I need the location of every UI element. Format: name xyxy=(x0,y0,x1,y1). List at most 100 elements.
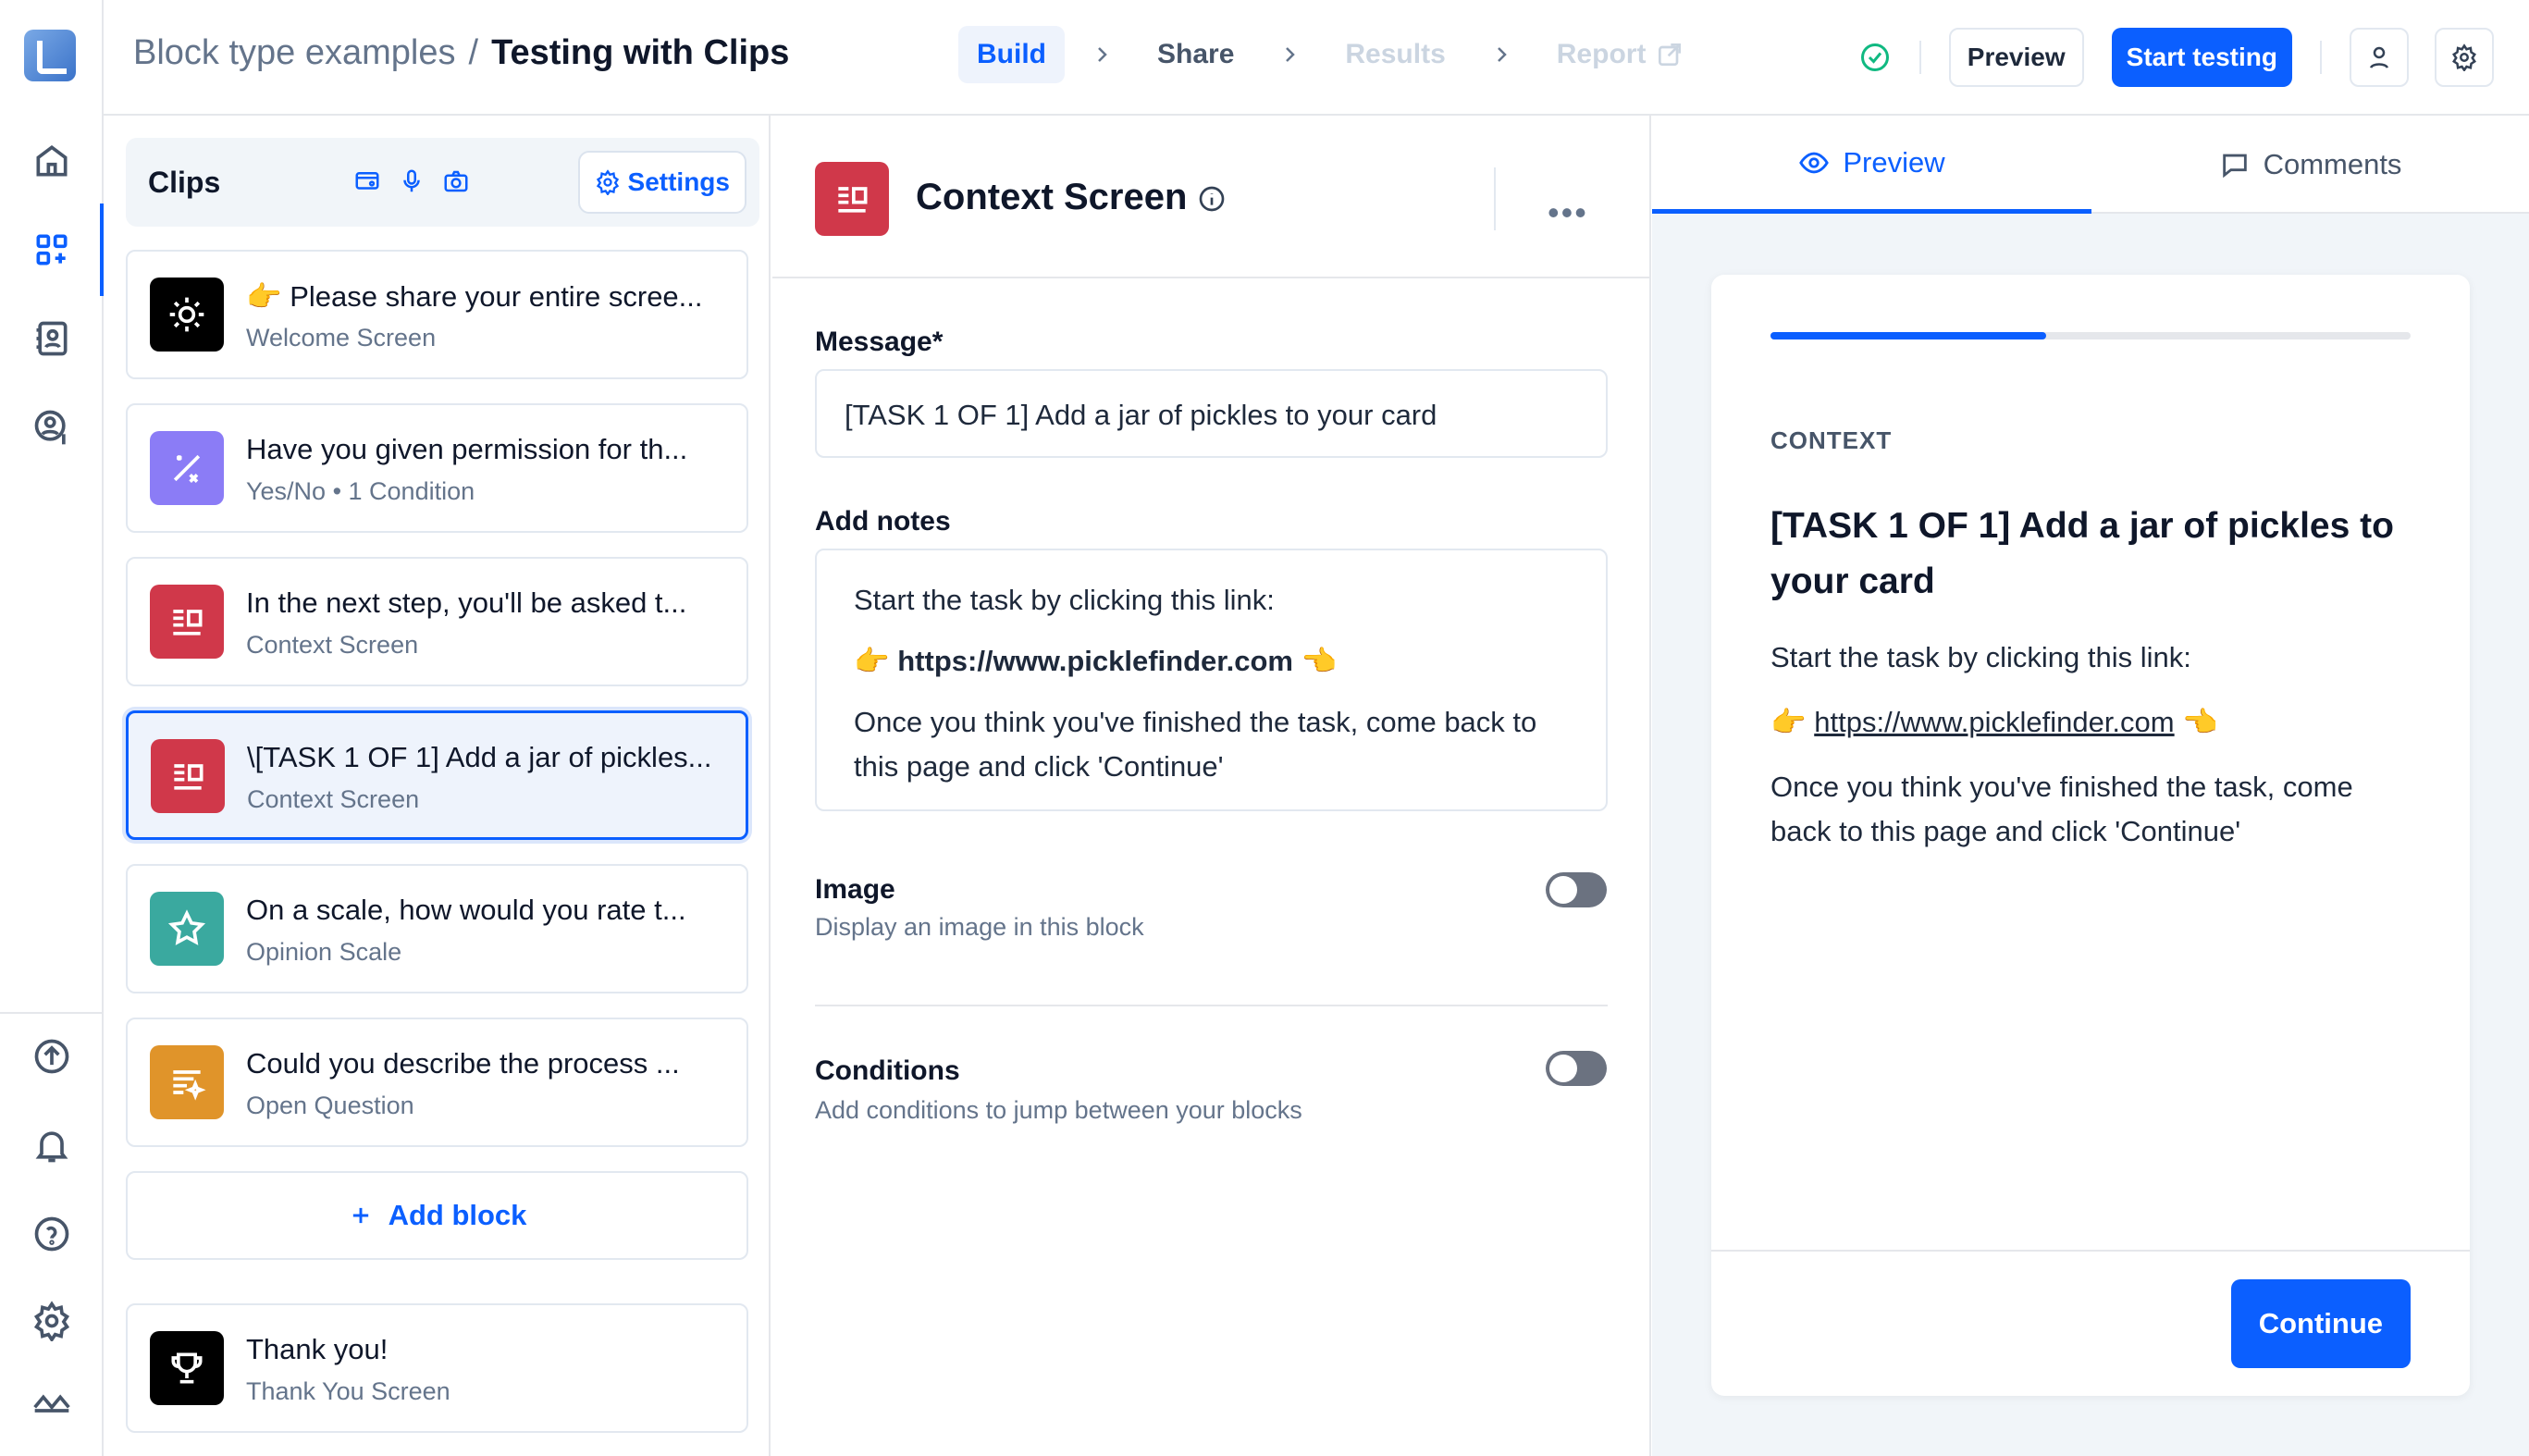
block-card[interactable]: 👉 Please share your entire scree... Welc… xyxy=(126,250,748,379)
tab-comments[interactable]: Comments xyxy=(2091,116,2529,214)
block-title-text: Please share your entire scree... xyxy=(290,280,703,313)
block-subtitle: Thank You Screen xyxy=(246,1377,450,1405)
chevron-right-icon xyxy=(1497,47,1507,62)
top-header: Block type examples / Testing with Clips B… xyxy=(104,0,2529,116)
block-title: In the next step, you'll be asked t... xyxy=(246,586,687,619)
step-results[interactable]: Results xyxy=(1326,26,1463,83)
block-title: Thank you! xyxy=(246,1333,389,1365)
app-logo[interactable] xyxy=(24,30,76,81)
preview-body-line: Start the task by clicking this link: xyxy=(1770,641,2191,673)
notes-link[interactable]: https://www.picklefinder.com xyxy=(897,645,1293,677)
block-card-selected[interactable]: \[TASK 1 OF 1] Add a jar of pickles... C… xyxy=(126,710,748,840)
block-card[interactable]: Could you describe the process ... Open … xyxy=(126,1018,748,1147)
blocks-grid-icon[interactable] xyxy=(26,224,78,276)
thank-you-block-card[interactable]: Thank you! Thank You Screen xyxy=(126,1303,748,1433)
pointing-hand-emoji: 👉 xyxy=(246,280,282,313)
user-icon xyxy=(2370,46,2388,68)
user-button[interactable] xyxy=(2350,28,2409,87)
start-testing-button[interactable]: Start testing xyxy=(2111,28,2292,87)
preview-link[interactable]: https://www.picklefinder.com xyxy=(1814,706,2174,738)
home-icon[interactable] xyxy=(26,135,78,187)
step-build[interactable]: Build xyxy=(958,26,1065,83)
step-report-label: Report xyxy=(1556,39,1647,69)
external-link-icon xyxy=(1659,43,1682,66)
settings-button[interactable] xyxy=(2435,28,2494,87)
preview-title: [TASK 1 OF 1] Add a jar of pickles to yo… xyxy=(1770,506,2394,601)
continue-button[interactable]: Continue xyxy=(2230,1279,2411,1368)
tab-comments-label: Comments xyxy=(2263,148,2402,180)
preview-body-line: Once you think you've finished the task,… xyxy=(1770,771,2353,847)
block-subtitle: Context Screen xyxy=(247,785,420,813)
pointing-right-emoji: 👉 xyxy=(854,645,890,677)
context-icon xyxy=(174,764,204,790)
block-card[interactable]: On a scale, how would you rate t... Opin… xyxy=(126,864,748,993)
camera-icon xyxy=(444,170,468,192)
block-type-icon xyxy=(150,278,224,352)
header-divider xyxy=(1918,41,1921,74)
add-block-label: Add block xyxy=(388,1199,527,1231)
sun-icon xyxy=(169,297,204,332)
block-subtitle: Welcome Screen xyxy=(246,324,437,352)
block-subtitle: Opinion Scale xyxy=(246,938,402,966)
preview-tabs: Preview Comments xyxy=(1652,116,2529,214)
percent-icon xyxy=(173,454,201,483)
more-options-icon[interactable]: ••• xyxy=(1548,193,1588,232)
preview-card: CONTEXT [TASK 1 OF 1] Add a jar of pickl… xyxy=(1711,275,2470,1396)
block-title: Could you describe the process ... xyxy=(246,1047,680,1080)
add-block-button[interactable]: Add block xyxy=(126,1171,748,1260)
blocks-panel: Clips Settings 👉 Please share your entir… xyxy=(104,116,771,1456)
trophy-icon xyxy=(171,1352,203,1384)
conditions-description: Add conditions to jump between your bloc… xyxy=(815,1096,1302,1124)
brand-mark-icon[interactable] xyxy=(26,1375,78,1426)
breadcrumb-separator: / xyxy=(468,33,479,72)
preview-panel: Preview Comments CONTEXT [TASK 1 OF 1] A… xyxy=(1652,116,2529,1456)
context-label: CONTEXT xyxy=(1770,426,1893,454)
screen-record-icon xyxy=(355,172,379,190)
contacts-book-icon[interactable] xyxy=(26,313,78,364)
gear-icon xyxy=(596,169,619,195)
preview-button[interactable]: Preview xyxy=(1948,28,2084,87)
tab-preview-label: Preview xyxy=(1843,145,1945,179)
conditions-label: Conditions xyxy=(815,1055,960,1086)
notes-label: Add notes xyxy=(815,506,951,537)
text-sparkle-icon xyxy=(173,1070,206,1101)
block-editor: Context Screen ••• Message* [TASK 1 OF 1… xyxy=(772,116,1651,1456)
bell-icon[interactable] xyxy=(26,1119,78,1171)
image-description: Display an image in this block xyxy=(815,913,1144,941)
block-card[interactable]: In the next step, you'll be asked t... C… xyxy=(126,557,748,686)
gear-icon xyxy=(2452,43,2476,71)
card-footer-divider xyxy=(1711,1250,2470,1252)
message-input[interactable]: [TASK 1 OF 1] Add a jar of pickles to yo… xyxy=(815,369,1608,458)
clips-bar: Clips Settings xyxy=(126,138,759,227)
settings-gear-icon[interactable] xyxy=(26,1295,78,1347)
microphone-icon xyxy=(403,169,420,192)
help-icon[interactable] xyxy=(26,1208,78,1260)
tab-preview[interactable]: Preview xyxy=(1652,116,2091,214)
notes-line: Start the task by clicking this link: xyxy=(854,584,1275,616)
star-icon xyxy=(167,909,206,945)
preview-link-line: 👉 https://www.picklefinder.com 👈 xyxy=(1770,700,2411,745)
user-billing-icon[interactable] xyxy=(26,401,78,453)
breadcrumb-parent[interactable]: Block type examples xyxy=(133,33,456,72)
workflow-steps: Build Share Results Report xyxy=(958,26,1703,83)
block-title: Have you given permission for th... xyxy=(246,433,688,465)
chevron-right-icon xyxy=(1098,47,1107,62)
block-card[interactable]: Have you given permission for th... Yes/… xyxy=(126,403,748,533)
notes-editor[interactable]: Start the task by clicking this link: 👉 … xyxy=(815,549,1608,811)
section-divider xyxy=(815,1005,1608,1006)
block-subtitle: Context Screen xyxy=(246,631,419,659)
block-title: On a scale, how would you rate t... xyxy=(246,894,686,926)
image-toggle[interactable] xyxy=(1546,872,1607,907)
info-icon[interactable] xyxy=(1197,184,1227,214)
conditions-toggle[interactable] xyxy=(1546,1051,1607,1086)
block-title: \[TASK 1 OF 1] Add a jar of pickles... xyxy=(247,741,712,773)
step-share[interactable]: Share xyxy=(1139,26,1252,83)
block-subtitle: Open Question xyxy=(246,1092,414,1119)
step-report[interactable]: Report xyxy=(1538,26,1704,83)
block-type-icon xyxy=(150,431,224,505)
clips-settings-button[interactable]: Settings xyxy=(577,151,746,214)
pointing-left-emoji: 👈 xyxy=(2182,706,2218,738)
block-type-icon xyxy=(815,162,889,236)
clips-icons xyxy=(353,167,470,195)
upload-icon[interactable] xyxy=(26,1030,78,1082)
